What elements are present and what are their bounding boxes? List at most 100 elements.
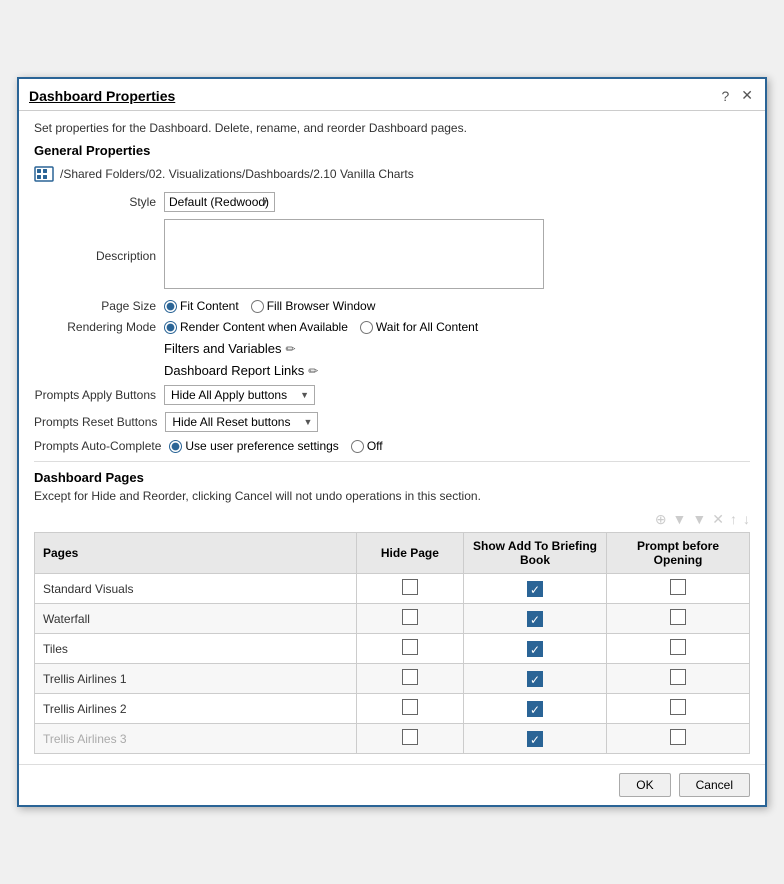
hide-page-checkbox[interactable] — [402, 639, 418, 655]
prompt-cell — [607, 574, 750, 604]
show-add-checkbox[interactable]: ✓ — [527, 641, 543, 657]
show-add-cell: ✓ — [464, 634, 607, 664]
show-add-checkbox[interactable]: ✓ — [527, 611, 543, 627]
move-up-icon[interactable]: ↑ — [730, 511, 737, 528]
show-add-checkbox[interactable]: ✓ — [527, 701, 543, 717]
hide-page-checkbox[interactable] — [402, 579, 418, 595]
autocomplete-off-radio[interactable] — [351, 440, 364, 453]
description-control — [164, 219, 750, 292]
page-size-fit-label[interactable]: Fit Content — [164, 299, 239, 313]
col-show-add: Show Add To Briefing Book — [464, 533, 607, 574]
dialog-header: Dashboard Properties ? ✕ — [19, 79, 765, 111]
prompt-checkbox[interactable] — [670, 669, 686, 685]
dashboard-properties-dialog: Dashboard Properties ? ✕ Set properties … — [17, 77, 767, 807]
filter2-icon[interactable]: ▼ — [692, 511, 706, 528]
section-divider — [34, 461, 750, 462]
prompt-cell — [607, 694, 750, 724]
pages-table: Pages Hide Page Show Add To Briefing Boo… — [34, 532, 750, 754]
prompt-checkbox[interactable] — [670, 609, 686, 625]
prompt-checkbox[interactable] — [670, 699, 686, 715]
help-button[interactable]: ? — [719, 88, 731, 104]
pages-notice: Except for Hide and Reorder, clicking Ca… — [34, 489, 750, 503]
page-size-fit-text: Fit Content — [180, 299, 239, 313]
filters-row: Filters and Variables ✏ — [34, 341, 750, 356]
rendering-available-radio[interactable] — [164, 321, 177, 334]
delete-icon[interactable]: ✕ — [712, 511, 724, 528]
intro-text: Set properties for the Dashboard. Delete… — [34, 121, 750, 135]
show-add-checkbox[interactable]: ✓ — [527, 671, 543, 687]
filters-edit-icon[interactable]: ✏ — [286, 342, 296, 356]
prompt-cell — [607, 604, 750, 634]
show-add-cell: ✓ — [464, 574, 607, 604]
rendering-available-label[interactable]: Render Content when Available — [164, 320, 348, 334]
show-add-cell: ✓ — [464, 724, 607, 754]
dashboard-path: /Shared Folders/02. Visualizations/Dashb… — [60, 167, 414, 181]
move-down-icon[interactable]: ↓ — [743, 511, 750, 528]
dialog-body: Set properties for the Dashboard. Delete… — [19, 111, 765, 764]
show-add-checkbox[interactable]: ✓ — [527, 581, 543, 597]
show-add-checkbox[interactable]: ✓ — [527, 731, 543, 747]
page-name: Trellis Airlines 2 — [35, 694, 357, 724]
description-row: Description — [34, 219, 750, 292]
header-icons: ? ✕ — [719, 87, 755, 104]
table-row: Waterfall ✓ — [35, 604, 750, 634]
add-page-icon[interactable]: ⊕ — [655, 511, 667, 528]
hide-page-checkbox[interactable] — [402, 609, 418, 625]
show-add-cell: ✓ — [464, 664, 607, 694]
rendering-wait-label[interactable]: Wait for All Content — [360, 320, 478, 334]
dialog-footer: OK Cancel — [19, 764, 765, 805]
hide-page-cell — [356, 694, 463, 724]
rendering-wait-text: Wait for All Content — [376, 320, 478, 334]
col-hide-page: Hide Page — [356, 533, 463, 574]
description-textarea[interactable] — [164, 219, 544, 289]
table-row: Trellis Airlines 2 ✓ — [35, 694, 750, 724]
report-links-edit-icon[interactable]: ✏ — [308, 364, 318, 378]
prompt-checkbox[interactable] — [670, 729, 686, 745]
autocomplete-label: Prompts Auto-Complete — [34, 439, 169, 453]
style-label: Style — [34, 195, 164, 209]
rendering-mode-control: Render Content when Available Wait for A… — [164, 320, 750, 334]
prompts-reset-row: Prompts Reset Buttons Hide All Reset but… — [34, 412, 750, 432]
style-select[interactable]: Default (Redwood) Default Custom — [164, 192, 275, 212]
page-size-fill-label[interactable]: Fill Browser Window — [251, 299, 376, 313]
page-size-label: Page Size — [34, 299, 164, 313]
rendering-wait-radio[interactable] — [360, 321, 373, 334]
autocomplete-off-label[interactable]: Off — [351, 439, 383, 453]
style-control: Default (Redwood) Default Custom — [164, 192, 750, 212]
hide-page-checkbox[interactable] — [402, 699, 418, 715]
close-button[interactable]: ✕ — [739, 87, 755, 104]
prompt-checkbox[interactable] — [670, 579, 686, 595]
autocomplete-pref-radio[interactable] — [169, 440, 182, 453]
description-label: Description — [34, 249, 164, 263]
page-size-fit-radio[interactable] — [164, 300, 177, 313]
prompts-apply-select[interactable]: Hide All Apply buttons Show All Apply bu… — [164, 385, 315, 405]
rendering-available-text: Render Content when Available — [180, 320, 348, 334]
prompts-apply-row: Prompts Apply Buttons Hide All Apply but… — [34, 385, 750, 405]
prompt-checkbox[interactable] — [670, 639, 686, 655]
report-links-text: Dashboard Report Links — [164, 363, 304, 378]
table-row: Standard Visuals ✓ — [35, 574, 750, 604]
autocomplete-pref-label[interactable]: Use user preference settings — [169, 439, 338, 453]
show-add-cell: ✓ — [464, 694, 607, 724]
ok-button[interactable]: OK — [619, 773, 670, 797]
rendering-mode-label: Rendering Mode — [34, 320, 164, 334]
prompts-reset-select[interactable]: Hide All Reset buttons Show All Reset bu… — [165, 412, 318, 432]
report-links-row: Dashboard Report Links ✏ — [34, 363, 750, 378]
hide-page-checkbox[interactable] — [402, 669, 418, 685]
hide-page-checkbox[interactable] — [402, 729, 418, 745]
autocomplete-pref-text: Use user preference settings — [185, 439, 338, 453]
pages-table-wrapper: Pages Hide Page Show Add To Briefing Boo… — [34, 532, 750, 754]
dashboard-folder-icon — [34, 164, 54, 184]
cancel-button[interactable]: Cancel — [679, 773, 750, 797]
table-row: Tiles ✓ — [35, 634, 750, 664]
col-prompt: Prompt before Opening — [607, 533, 750, 574]
page-name: Waterfall — [35, 604, 357, 634]
hide-page-cell — [356, 604, 463, 634]
filter-icon[interactable]: ▼ — [673, 511, 687, 528]
prompts-apply-wrapper: Hide All Apply buttons Show All Apply bu… — [164, 385, 315, 405]
table-header-row: Pages Hide Page Show Add To Briefing Boo… — [35, 533, 750, 574]
show-add-cell: ✓ — [464, 604, 607, 634]
prompts-reset-label: Prompts Reset Buttons — [34, 415, 165, 429]
general-properties-title: General Properties — [34, 143, 750, 158]
page-size-fill-radio[interactable] — [251, 300, 264, 313]
